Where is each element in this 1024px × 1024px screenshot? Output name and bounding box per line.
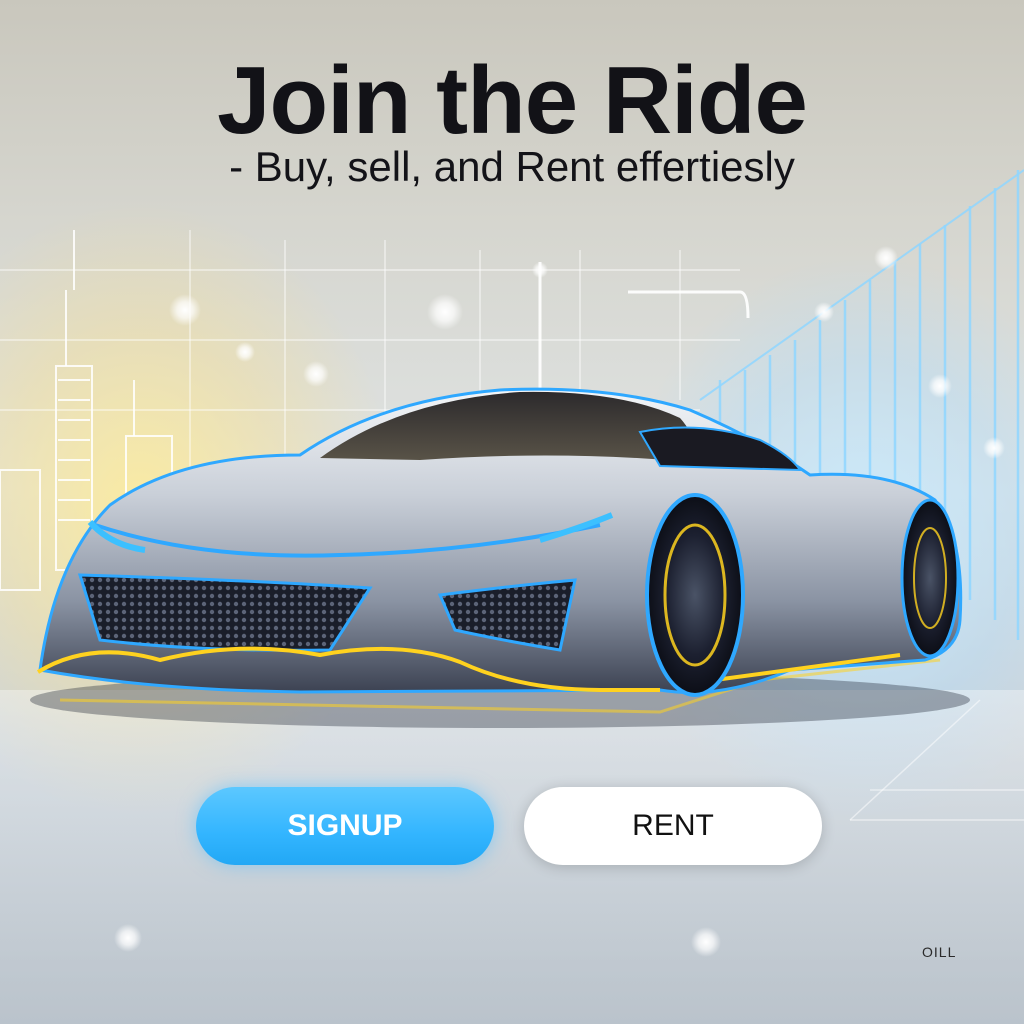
floor-lines — [849, 699, 1024, 821]
subheadline: - Buy, sell, and Rent effertiesly — [229, 143, 795, 190]
signup-button-label: SIGNUP — [287, 809, 403, 842]
rent-button-label: RENT — [632, 809, 714, 842]
watermark-text: OILL — [922, 944, 957, 960]
streetlight — [538, 262, 750, 390]
headline: Join the Ride — [217, 47, 808, 154]
car-illustration — [36, 387, 963, 697]
signup-button[interactable]: SIGNUP — [196, 787, 494, 865]
rent-button[interactable]: RENT — [524, 787, 822, 865]
hero-banner: Join the Ride - Buy, sell, and Rent effe… — [0, 0, 1024, 1024]
